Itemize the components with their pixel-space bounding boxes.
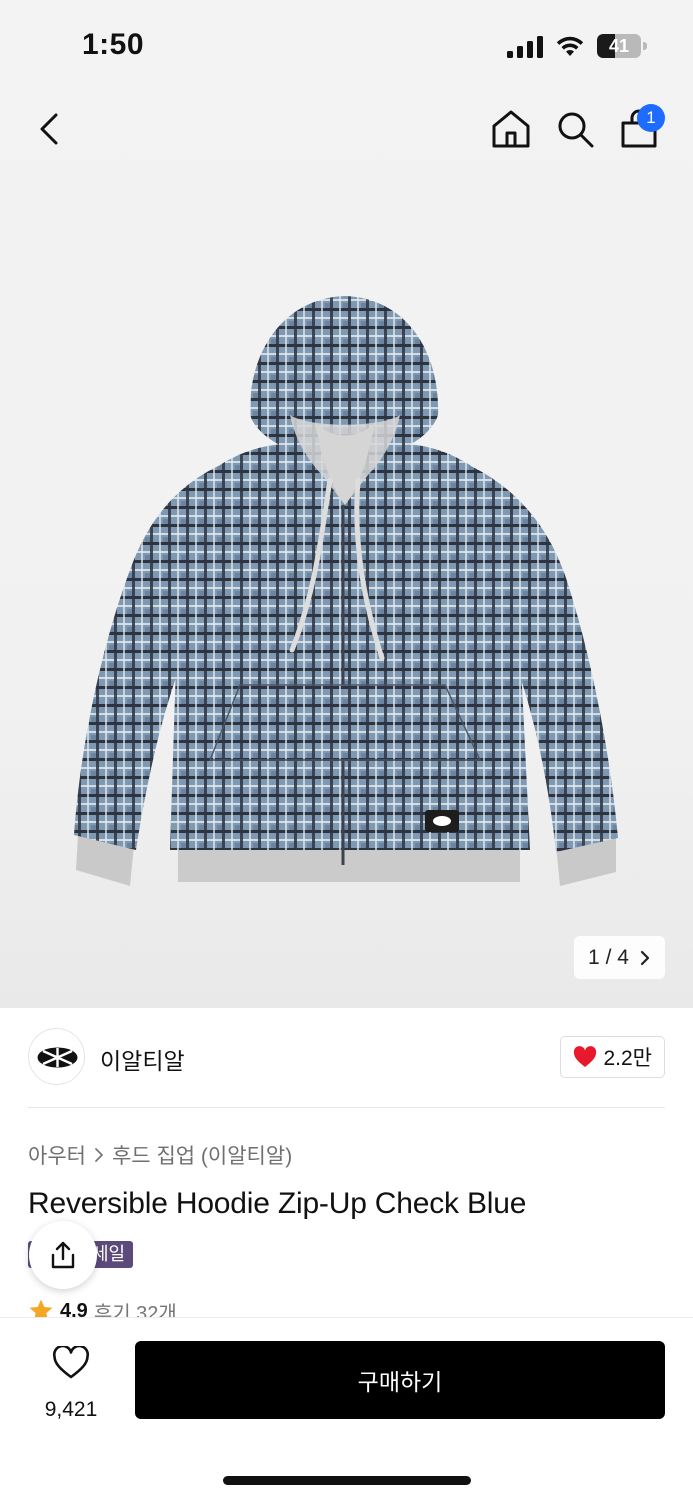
wifi-icon — [556, 36, 584, 56]
cart-count-badge: 1 — [637, 104, 665, 132]
home-icon — [492, 110, 530, 148]
wishlist-count: 9,421 — [44, 1398, 98, 1421]
pager-current: 1 — [588, 945, 600, 969]
brand-logo[interactable] — [28, 1028, 85, 1085]
home-button[interactable] — [486, 104, 536, 154]
product-title: Reversible Hoodie Zip-Up Check Blue — [28, 1187, 527, 1220]
heart-filled-icon — [574, 1046, 597, 1067]
brand-like-count: 2.2만 — [603, 1047, 652, 1070]
pager-total: 4 — [617, 945, 629, 969]
bottom-action-bar: 9,421 구매하기 — [0, 1317, 693, 1500]
buy-button[interactable]: 구매하기 — [135, 1341, 665, 1419]
status-time: 1:50 — [82, 28, 145, 61]
battery-indicator: 41 — [597, 34, 647, 58]
product-image[interactable] — [60, 290, 630, 900]
heart-outline-icon — [52, 1344, 90, 1379]
share-button[interactable] — [29, 1221, 97, 1289]
brand-row[interactable]: 이알티알 2.2만 — [28, 1028, 665, 1086]
search-button[interactable] — [550, 104, 600, 154]
battery-level: 41 — [608, 36, 630, 56]
chevron-right-icon — [95, 1148, 103, 1162]
back-button[interactable] — [25, 104, 75, 154]
image-pager[interactable]: 1 / 4 — [574, 936, 665, 979]
home-indicator — [223, 1476, 471, 1485]
pager-separator: / — [605, 945, 612, 969]
search-icon — [558, 112, 594, 148]
divider — [28, 1107, 665, 1108]
back-arrow-icon — [40, 113, 58, 145]
share-icon — [51, 1241, 75, 1269]
breadcrumb-category[interactable]: 아우터 — [28, 1140, 86, 1170]
brand-like-button[interactable]: 2.2만 — [560, 1036, 665, 1078]
chevron-right-icon — [640, 950, 650, 965]
product-gallery[interactable]: 1:50 41 1 1 / 4 — [0, 0, 693, 1008]
wishlist-button[interactable]: 9,421 — [28, 1342, 114, 1421]
breadcrumb-subcategory[interactable]: 후드 집업 (이알티알) — [112, 1140, 292, 1170]
signal-icon — [507, 36, 543, 58]
breadcrumb: 아우터 후드 집업 (이알티알) — [28, 1140, 292, 1170]
status-bar: 1:50 41 — [0, 0, 693, 92]
brand-name[interactable]: 이알티알 — [100, 1042, 185, 1076]
